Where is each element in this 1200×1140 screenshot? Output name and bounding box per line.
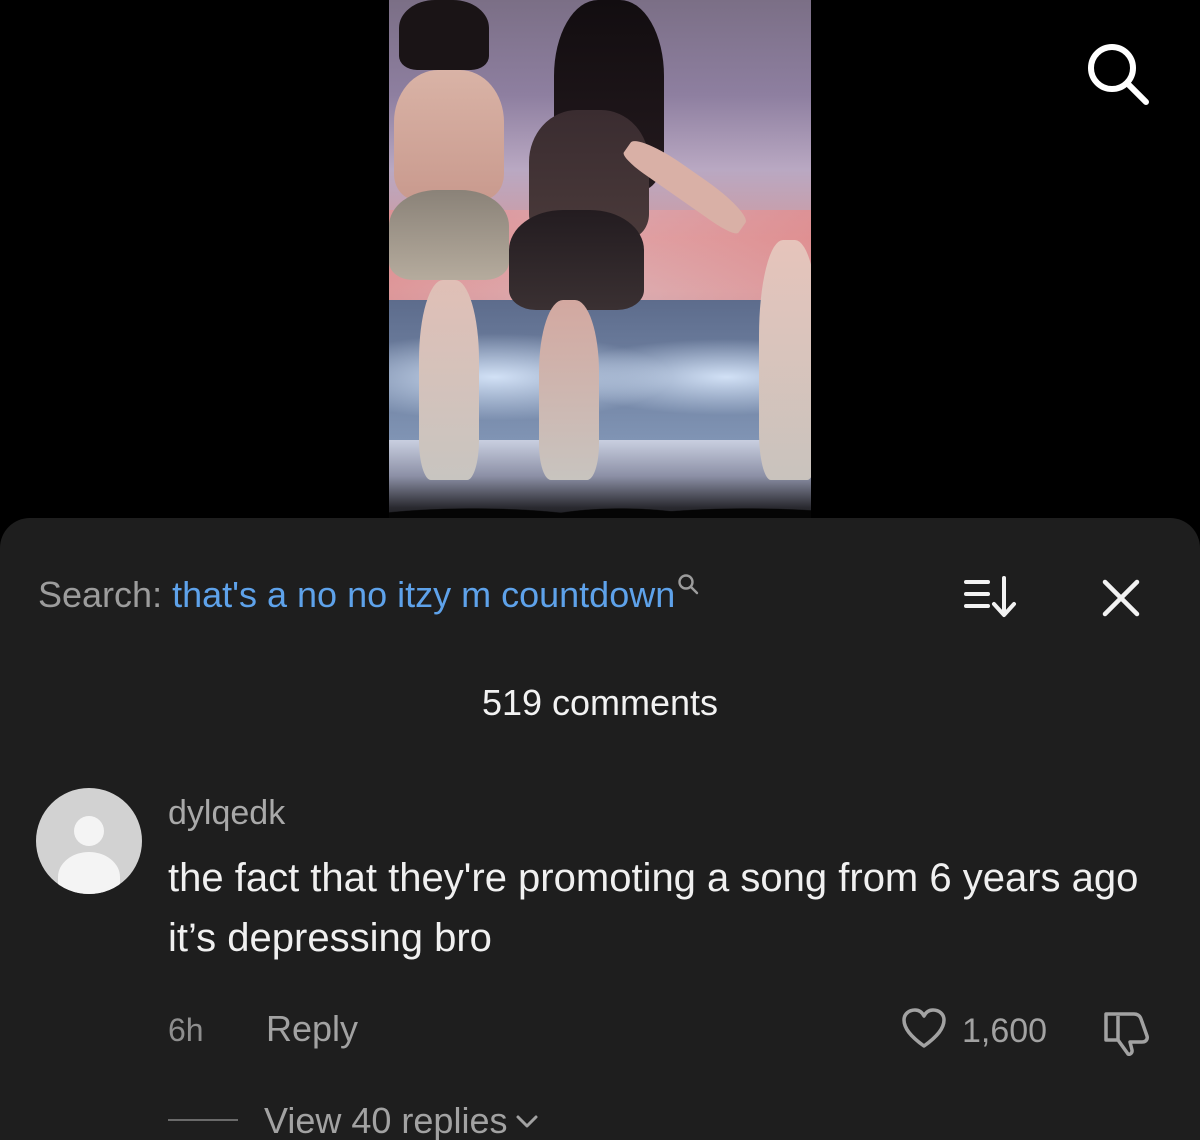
comment-search-bar[interactable]: Search: that's a no no itzy m countdown — [38, 570, 699, 620]
video-player[interactable] — [0, 0, 1200, 530]
dancer-right-leg — [759, 240, 811, 480]
comment-text: the fact that they're promoting a song f… — [168, 856, 1139, 960]
sort-icon — [964, 576, 1016, 617]
sort-button[interactable] — [962, 574, 1022, 620]
thumbs-down-icon — [1104, 1012, 1149, 1056]
dancer-left-body — [394, 70, 504, 200]
view-replies-label: View 40 replies — [264, 1100, 508, 1140]
dancer-left-shorts — [389, 190, 509, 280]
close-button[interactable] — [1097, 574, 1145, 622]
like-button[interactable] — [900, 1006, 948, 1050]
comment-count: 519 comments — [481, 682, 719, 723]
dancer-left-hair — [399, 0, 489, 70]
avatar[interactable] — [36, 788, 142, 894]
comments-sheet: Search: that's a no no itzy m countdown — [0, 518, 1200, 1140]
close-icon — [1102, 579, 1140, 617]
like-count: 1,600 — [962, 1012, 1048, 1050]
small-search-icon — [678, 574, 699, 595]
dancer-left-leg — [419, 280, 479, 480]
dancer-center-leg — [539, 300, 599, 480]
view-replies-row: View 40 replies — [0, 1092, 1200, 1140]
app-screen: Search: that's a no no itzy m countdown — [0, 0, 1200, 1140]
heart-icon — [902, 1008, 946, 1048]
view-replies-button[interactable]: View 40 replies — [264, 1100, 539, 1140]
comment-actions: 6h Reply 1,600 — [0, 1004, 1200, 1056]
comment-username[interactable]: dylqedk — [168, 794, 285, 833]
dancer-center-shorts — [509, 210, 644, 310]
avatar-head — [74, 816, 104, 846]
replies-divider — [168, 1119, 238, 1121]
reply-button[interactable]: Reply — [266, 1008, 358, 1050]
chevron-down-icon — [516, 1115, 538, 1128]
search-query-link[interactable]: that's a no no itzy m countdown — [172, 574, 675, 616]
search-icon — [1088, 44, 1149, 105]
dislike-button[interactable] — [1100, 1006, 1154, 1056]
search-prefix-label: Search: — [38, 574, 163, 615]
video-frame[interactable] — [389, 0, 811, 530]
comment-timestamp: 6h — [168, 1012, 204, 1048]
search-button[interactable] — [1082, 38, 1154, 110]
avatar-shoulders — [58, 852, 120, 894]
